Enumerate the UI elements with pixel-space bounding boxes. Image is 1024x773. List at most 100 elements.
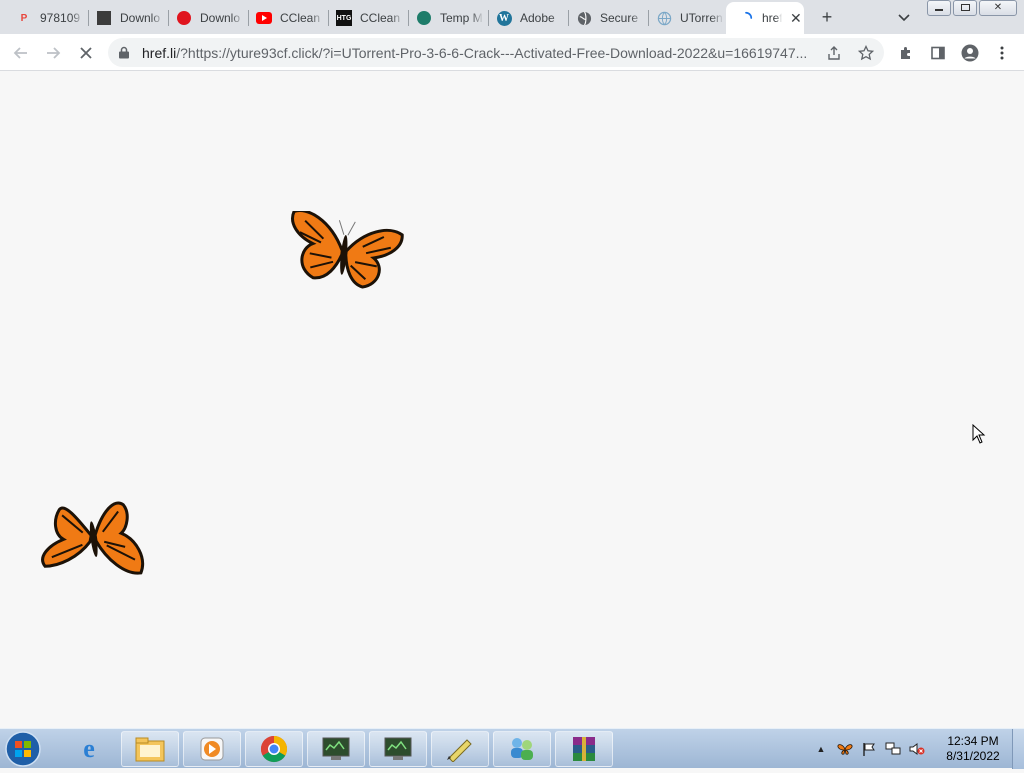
- globe-outline-icon: [656, 10, 672, 26]
- file-explorer-button[interactable]: [121, 731, 179, 767]
- media-player-icon: [200, 737, 224, 761]
- tab-8[interactable]: Secure: [564, 4, 646, 32]
- monitor-app-icon: [322, 737, 350, 760]
- minimize-button[interactable]: [927, 0, 951, 16]
- file-explorer-icon: [135, 737, 165, 762]
- profile-button[interactable]: [958, 41, 982, 65]
- close-icon: [80, 47, 92, 59]
- arrow-left-icon: [13, 47, 27, 59]
- close-icon: ✕: [993, 2, 1003, 13]
- puzzle-icon: [901, 47, 910, 59]
- htg-icon: HTG: [336, 10, 352, 26]
- pen-tool-icon: [447, 739, 472, 762]
- stop-button[interactable]: [74, 41, 98, 65]
- new-tab-button[interactable]: +: [816, 6, 838, 28]
- chrome-icon: [260, 735, 288, 763]
- menu-button[interactable]: [990, 41, 1014, 65]
- tab-title: Temp M: [440, 11, 483, 25]
- winrar-icon: [573, 737, 595, 761]
- tab-title: 978109: [40, 11, 81, 25]
- browser-toolbar: href.li/?https://yture93cf.click/?i=UTor…: [0, 34, 1024, 71]
- restore-icon: [960, 4, 970, 11]
- globe-icon: [576, 10, 592, 26]
- teal-circle-icon: [416, 10, 432, 26]
- close-tab-icon[interactable]: ✕: [790, 10, 802, 27]
- arrow-right-icon: [47, 47, 61, 59]
- pen-tool-button[interactable]: [431, 731, 489, 767]
- youtube-icon: [256, 10, 272, 26]
- volume-muted-icon[interactable]: [908, 740, 926, 758]
- windows-logo-icon: [5, 731, 41, 767]
- chevron-down-icon: [898, 14, 910, 22]
- network-users-button[interactable]: [493, 731, 551, 767]
- start-button[interactable]: [4, 730, 46, 768]
- system-clock[interactable]: 12:34 PM 8/31/2022: [940, 734, 1006, 764]
- monitor-app-icon-2: [384, 737, 412, 760]
- action-center-flag-icon[interactable]: [860, 740, 878, 758]
- tab-5[interactable]: HTG CClean: [324, 4, 406, 32]
- url-host: href.li: [142, 45, 177, 61]
- dark-square-icon: [96, 10, 112, 26]
- butterfly-image: [41, 501, 144, 575]
- window-controls: ✕: [927, 0, 1019, 18]
- page-content: [0, 71, 1024, 728]
- clock-date: 8/31/2022: [946, 749, 1000, 763]
- forward-button[interactable]: [41, 41, 65, 65]
- winrar-button[interactable]: [555, 731, 613, 767]
- back-button[interactable]: [9, 41, 33, 65]
- minimize-icon: [935, 9, 943, 11]
- tab-title: Downlo: [200, 11, 241, 25]
- more-vert-icon: [1000, 46, 1004, 60]
- restore-button[interactable]: [953, 0, 977, 16]
- tab-title: href: [762, 11, 782, 25]
- tab-search-button[interactable]: [895, 8, 913, 26]
- wordpress-icon: W: [496, 10, 512, 26]
- clock-time: 12:34 PM: [947, 734, 999, 748]
- address-bar[interactable]: href.li/?https://yture93cf.click/?i=UTor…: [108, 38, 884, 67]
- red-circle-icon: [176, 10, 192, 26]
- chrome-button[interactable]: [245, 731, 303, 767]
- mouse-cursor-icon: [972, 424, 986, 444]
- tab-9[interactable]: UTorren: [644, 4, 726, 32]
- tab-7[interactable]: W Adobe: [484, 4, 566, 32]
- monitor-app-button[interactable]: [307, 731, 365, 767]
- butterfly-image: [291, 211, 404, 289]
- url-text[interactable]: href.li/?https://yture93cf.click/?i=UTor…: [142, 45, 818, 61]
- tab-4[interactable]: CClean: [244, 4, 326, 32]
- lock-icon[interactable]: [118, 46, 130, 59]
- side-panel-button[interactable]: [926, 41, 950, 65]
- avatar-icon: [961, 44, 979, 62]
- tab-title: Adobe: [520, 11, 555, 25]
- taskbar: e ▲ 12:34 PM 8/31/2022: [0, 728, 1024, 769]
- internet-explorer-icon: e: [83, 734, 95, 763]
- network-icon[interactable]: [884, 740, 902, 758]
- internet-explorer-button[interactable]: e: [60, 731, 118, 767]
- tab-6[interactable]: Temp M: [404, 4, 486, 32]
- tab-1[interactable]: P 978109: [4, 4, 86, 32]
- url-path: /?https://yture93cf.click/?i=UTorrent-Pr…: [176, 45, 808, 61]
- extensions-button[interactable]: [894, 41, 918, 65]
- tab-2[interactable]: Downlo: [84, 4, 166, 32]
- star-icon: [858, 45, 874, 61]
- media-player-button[interactable]: [183, 731, 241, 767]
- tab-active[interactable]: href ✕: [726, 2, 804, 34]
- network-users-icon: [511, 738, 533, 760]
- monitor-app-button-2[interactable]: [369, 731, 427, 767]
- share-button[interactable]: [824, 43, 844, 63]
- side-panel-icon: [931, 46, 945, 60]
- bookmark-button[interactable]: [856, 43, 876, 63]
- system-tray: ▲: [812, 729, 932, 769]
- tab-title: CClean: [360, 11, 401, 25]
- loading-spinner-icon: [738, 10, 754, 26]
- show-hidden-icons-icon[interactable]: ▲: [812, 740, 830, 758]
- show-desktop-button[interactable]: [1012, 729, 1024, 769]
- butterfly-tray-icon[interactable]: [836, 740, 854, 758]
- tab-3[interactable]: Downlo: [164, 4, 246, 32]
- share-icon: [828, 46, 840, 60]
- tab-title: Downlo: [120, 11, 161, 25]
- p-logo-icon: P: [20, 12, 28, 24]
- tab-title: UTorren: [680, 11, 723, 25]
- tab-strip: P 978109 Downlo Downlo CClean HTG CClean…: [0, 0, 1024, 34]
- tab-title: CClean: [280, 11, 321, 25]
- close-window-button[interactable]: ✕: [979, 0, 1017, 16]
